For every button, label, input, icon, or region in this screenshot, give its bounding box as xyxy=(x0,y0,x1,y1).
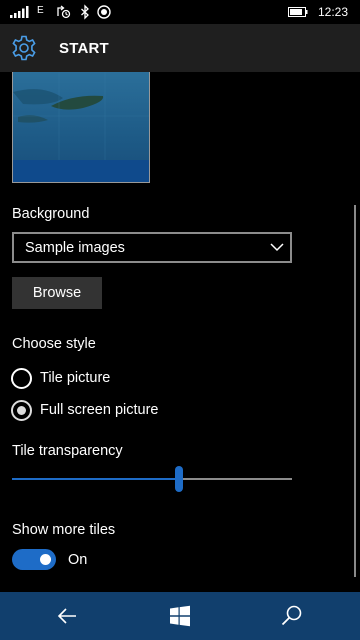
radio-selected-dot xyxy=(17,406,26,415)
data-sync-icon xyxy=(57,5,71,19)
chevron-down-icon xyxy=(270,243,284,252)
show-more-tiles-label: Show more tiles xyxy=(12,522,116,538)
signal-strength-icon xyxy=(10,6,29,18)
radio-full-screen-picture[interactable] xyxy=(11,400,32,421)
tile-transparency-label: Tile transparency xyxy=(12,443,123,459)
browse-button[interactable]: Browse xyxy=(12,277,102,309)
slider-thumb[interactable] xyxy=(175,466,183,492)
slider-track xyxy=(183,478,292,480)
background-dropdown-value: Sample images xyxy=(25,240,125,256)
bluetooth-icon xyxy=(81,4,89,20)
search-icon[interactable] xyxy=(278,602,306,630)
radio-tile-picture-label[interactable]: Tile picture xyxy=(40,370,110,386)
back-arrow-icon[interactable] xyxy=(54,602,82,630)
slider-fill xyxy=(12,478,179,480)
tile-transparency-slider[interactable] xyxy=(12,466,292,492)
choose-style-label: Choose style xyxy=(12,336,96,352)
windows-logo-icon[interactable] xyxy=(166,602,194,630)
background-label: Background xyxy=(12,206,90,222)
radio-full-screen-picture-label[interactable]: Full screen picture xyxy=(40,402,158,418)
toggle-knob xyxy=(40,554,51,565)
toggle-state-label: On xyxy=(68,552,88,568)
navigation-bar xyxy=(0,592,360,640)
network-type: E xyxy=(37,5,44,16)
location-icon xyxy=(97,5,111,19)
show-more-tiles-toggle[interactable] xyxy=(12,549,56,570)
battery-icon xyxy=(288,7,308,17)
radio-tile-picture[interactable] xyxy=(11,368,32,389)
scrollbar[interactable] xyxy=(354,205,356,577)
app-header: START xyxy=(0,24,360,72)
page-title: START xyxy=(59,40,109,57)
gear-icon xyxy=(12,35,36,61)
start-preview-image xyxy=(12,72,150,183)
status-bar: E 12:23 xyxy=(0,0,360,24)
browse-button-label: Browse xyxy=(32,285,82,301)
background-dropdown[interactable]: Sample images xyxy=(12,232,292,263)
clock: 12:23 xyxy=(318,5,349,19)
